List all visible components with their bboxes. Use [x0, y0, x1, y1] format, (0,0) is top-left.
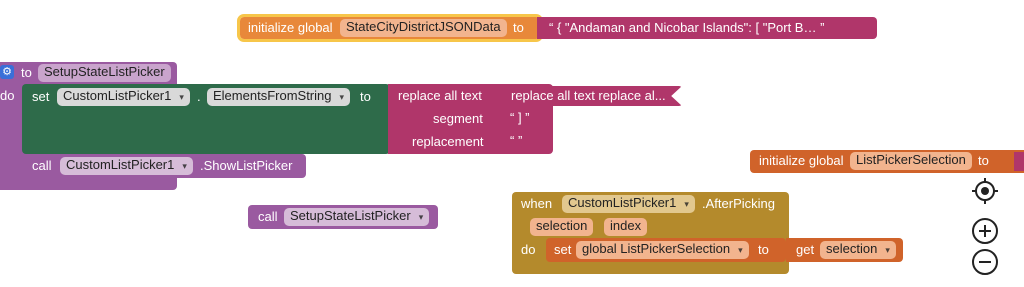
replacement-text-value[interactable]: “ ”: [510, 132, 522, 150]
global-var-name-2[interactable]: ListPickerSelection: [850, 152, 972, 170]
zoom-out-icon[interactable]: [970, 247, 1000, 277]
get-keyword: get: [796, 242, 815, 257]
segment-label: segment: [433, 111, 483, 126]
global-var-name[interactable]: StateCityDistrictJSONData: [340, 19, 507, 37]
event-do-label: do: [521, 242, 536, 257]
get-selection-block[interactable]: get selection: [786, 238, 903, 262]
gear-icon[interactable]: ⚙: [0, 65, 14, 79]
segment-text-block[interactable]: “ ] ”: [502, 108, 552, 128]
set-global-keyword: set: [554, 242, 572, 257]
json-text-block[interactable]: “ { "Andaman and Nicobar Islands": [ "Po…: [537, 17, 877, 39]
set-global-block[interactable]: set global ListPickerSelection to: [546, 238, 786, 262]
json-text-value[interactable]: “ { "Andaman and Nicobar Islands": [ "Po…: [549, 19, 824, 37]
call-keyword: call: [32, 158, 52, 173]
replacement-text-block[interactable]: “ ”: [502, 131, 552, 151]
get-var-dropdown[interactable]: selection: [820, 241, 896, 259]
call-component-dropdown[interactable]: CustomListPicker1: [60, 157, 193, 175]
event-name-label: .AfterPicking: [702, 196, 775, 211]
init-to-label-2: to: [978, 153, 989, 168]
call-showlistpicker-block[interactable]: call CustomListPicker1 .ShowListPicker: [22, 154, 306, 178]
call-procedure-keyword: call: [258, 209, 278, 224]
set-to-label: to: [360, 89, 371, 104]
set-global-to-label: to: [758, 242, 769, 257]
component-dropdown[interactable]: CustomListPicker1: [57, 88, 190, 106]
call-procedure-dropdown[interactable]: SetupStateListPicker: [284, 208, 430, 226]
center-icon[interactable]: [970, 176, 1000, 206]
procedure-to-label: to: [21, 65, 32, 80]
init-global-keyword: initialize global: [248, 20, 333, 35]
set-global-var-dropdown[interactable]: global ListPickerSelection: [576, 241, 749, 259]
value-socket[interactable]: [1014, 152, 1024, 171]
zoom-in-icon[interactable]: [970, 216, 1000, 246]
set-keyword: set: [32, 89, 50, 104]
init-global-json-block[interactable]: initialize global StateCityDistrictJSOND…: [237, 14, 543, 42]
procedure-name[interactable]: SetupStateListPicker: [38, 64, 171, 82]
when-keyword: when: [521, 196, 553, 211]
segment-text-value[interactable]: “ ] ”: [510, 109, 530, 127]
call-method-label: .ShowListPicker: [200, 158, 293, 173]
procedure-do-label: do: [0, 88, 15, 103]
replacement-label: replacement: [412, 134, 484, 149]
param-index[interactable]: index: [604, 218, 648, 236]
property-dropdown[interactable]: ElementsFromString: [207, 88, 351, 106]
replace-title: replace all text: [398, 88, 482, 103]
event-component-dropdown[interactable]: CustomListPicker1: [562, 195, 695, 213]
set-elements-block[interactable]: set CustomListPicker1 . ElementsFromStri…: [22, 84, 390, 154]
init-to-label: to: [513, 20, 524, 35]
init-global-keyword-2: initialize global: [759, 153, 844, 168]
dot-label: .: [197, 89, 201, 104]
nested-replace-block[interactable]: replace all text replace al...: [502, 86, 682, 106]
nested-replace-text: replace all text replace al...: [511, 88, 666, 103]
param-selection[interactable]: selection: [530, 218, 594, 236]
init-global-listpicker-block[interactable]: initialize global ListPickerSelection to: [750, 150, 1024, 173]
call-procedure-block[interactable]: call SetupStateListPicker: [248, 205, 438, 229]
